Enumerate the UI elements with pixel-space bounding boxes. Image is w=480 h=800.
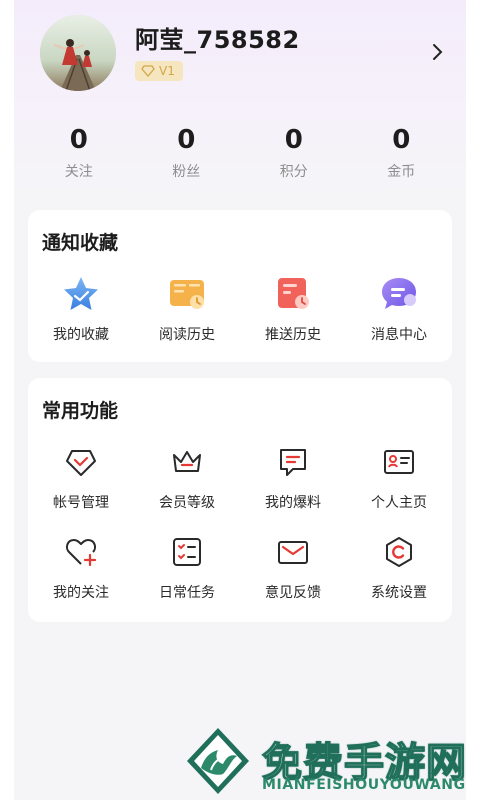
common-functions-card: 常用功能 帐号管理 会员等级 我的爆料 个人主页 我的关注 日常任务 意见反馈 … [28, 378, 452, 622]
mail-icon [278, 541, 308, 564]
stat-points[interactable]: 0 积分 [240, 124, 348, 181]
system-settings-button[interactable]: 系统设置 [346, 532, 452, 602]
cell-label: 推送历史 [265, 327, 321, 343]
favorites-button[interactable]: 我的收藏 [28, 274, 134, 344]
cell-label: 个人主页 [371, 495, 427, 511]
stat-label: 积分 [279, 164, 308, 180]
reading-history-button[interactable]: 阅读历史 [134, 274, 240, 344]
chat-icon [280, 449, 306, 476]
heart-plus-icon [65, 539, 97, 567]
my-follows-button[interactable]: 我的关注 [28, 532, 134, 602]
diamond-icon [141, 65, 155, 77]
cell-label: 日常任务 [159, 585, 215, 601]
star-icon [64, 277, 98, 310]
my-tips-button[interactable]: 我的爆料 [240, 442, 346, 512]
stat-label: 粉丝 [172, 164, 201, 180]
cell-label: 我的收藏 [53, 327, 109, 343]
avatar[interactable] [40, 15, 116, 91]
cell-label: 帐号管理 [53, 495, 109, 511]
stat-value: 0 [392, 125, 411, 155]
stat-value: 0 [69, 125, 88, 155]
account-icon [66, 450, 96, 476]
push-history-button[interactable]: 推送历史 [240, 274, 346, 344]
id-card-icon [384, 450, 414, 474]
username: 阿莹_758582 [135, 26, 300, 54]
cell-label: 阅读历史 [159, 327, 215, 343]
account-management-button[interactable]: 帐号管理 [28, 442, 134, 512]
cell-label: 我的关注 [53, 585, 109, 601]
crown-icon [173, 451, 201, 472]
stat-value: 0 [177, 125, 196, 155]
push-history-icon [278, 278, 309, 309]
watermark-subtitle: MIANFEISHOUYOUWANG [262, 777, 466, 793]
section-title: 常用功能 [42, 400, 119, 422]
level-badge: V1 [135, 61, 183, 81]
member-level-button[interactable]: 会员等级 [134, 442, 240, 512]
level-text: V1 [159, 64, 175, 78]
daily-tasks-button[interactable]: 日常任务 [134, 532, 240, 602]
book-history-icon [170, 280, 204, 309]
cell-label: 意见反馈 [265, 585, 321, 601]
stat-label: 金币 [387, 164, 416, 180]
watermark-logo [187, 728, 249, 794]
stat-following[interactable]: 0 关注 [25, 124, 133, 181]
cell-label: 消息中心 [371, 327, 427, 343]
chevron-right-icon[interactable] [428, 40, 448, 64]
cell-label: 会员等级 [159, 495, 215, 511]
personal-homepage-button[interactable]: 个人主页 [346, 442, 452, 512]
settings-icon [386, 537, 412, 567]
section-title: 通知收藏 [42, 232, 119, 254]
stat-coins[interactable]: 0 金币 [348, 124, 456, 181]
feedback-button[interactable]: 意见反馈 [240, 532, 346, 602]
notify-card: 通知收藏 我的收藏 阅读历史 推送历史 消息中心 [28, 210, 452, 362]
message-center-icon [382, 278, 416, 309]
stat-value: 0 [284, 125, 303, 155]
stat-fans[interactable]: 0 粉丝 [133, 124, 241, 181]
task-list-icon [173, 538, 201, 566]
stats-row: 0 关注 0 粉丝 0 积分 0 金币 [25, 124, 455, 181]
stat-label: 关注 [64, 164, 93, 180]
cell-label: 我的爆料 [265, 495, 321, 511]
message-center-button[interactable]: 消息中心 [346, 274, 452, 344]
cell-label: 系统设置 [371, 585, 427, 601]
